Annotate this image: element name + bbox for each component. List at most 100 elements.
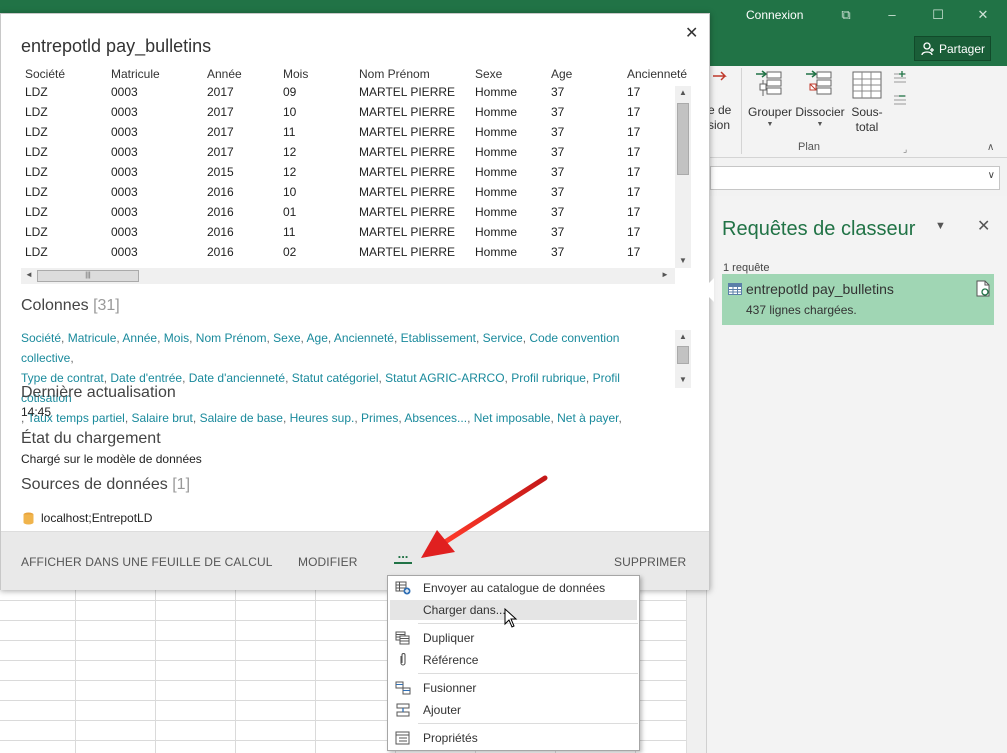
table-cell: 0003 — [111, 105, 138, 119]
table-cell: LDZ — [25, 225, 48, 239]
columns-vertical-scrollbar[interactable]: ▲ ▼ — [675, 330, 691, 388]
data-preview[interactable]: Société Matricule Année Mois Nom Prénom … — [21, 66, 691, 286]
columns-line: , Taux temps partiel, Salaire brut, Sala… — [21, 408, 673, 428]
group-button[interactable]: Grouper ▼ — [748, 70, 792, 130]
chevron-down-icon[interactable]: ∨ — [988, 170, 995, 181]
column-link[interactable]: Service — [483, 331, 523, 345]
minimize-icon[interactable]: – — [882, 5, 902, 25]
delete-button[interactable]: SUPPRIMER — [614, 555, 686, 569]
columns-list[interactable]: Société, Matricule, Année, Mois, Nom Pré… — [21, 328, 691, 425]
table-cell: Homme — [475, 165, 518, 179]
column-link[interactable]: Date d'ancienneté — [189, 371, 285, 385]
scroll-left-icon[interactable]: ◄ — [25, 270, 33, 279]
scroll-right-icon[interactable]: ► — [661, 270, 669, 279]
sign-in-link[interactable]: Connexion — [746, 8, 803, 22]
column-link[interactable]: Age — [307, 331, 328, 345]
scroll-down-icon[interactable]: ▼ — [679, 375, 687, 384]
table-cell: Homme — [475, 105, 518, 119]
table-cell: 2016 — [207, 245, 234, 259]
person-add-icon — [921, 42, 934, 56]
scroll-up-icon[interactable]: ▲ — [679, 88, 687, 97]
table-cell: MARTEL PIERRE — [359, 105, 456, 119]
column-link[interactable]: Etablissement — [401, 331, 476, 345]
table-cell: 37 — [551, 185, 565, 199]
properties-icon — [395, 731, 410, 745]
table-cell: 37 — [551, 125, 565, 139]
ribbon-partial-button[interactable]: e de sion — [708, 70, 738, 133]
ungroup-button[interactable]: Dissocier ▼ — [794, 70, 846, 130]
collapse-ribbon-icon[interactable]: ∧ — [987, 142, 994, 153]
share-button[interactable]: Partager — [914, 36, 991, 61]
column-link[interactable]: Date d'entrée — [110, 371, 182, 385]
popup-close-icon[interactable]: ✕ — [685, 23, 698, 43]
column-link[interactable]: Net à payer — [557, 411, 618, 425]
query-count: 1 requête — [723, 262, 770, 274]
column-link[interactable]: Net imposable — [474, 411, 551, 425]
worksheet-vertical-scrollbar[interactable] — [686, 590, 706, 753]
ribbon-group-label-plan: Plan — [798, 141, 821, 153]
scroll-thumb[interactable] — [677, 346, 689, 364]
menu-item-send-to-catalog[interactable]: Envoyer au catalogue de données — [390, 578, 637, 598]
column-link[interactable]: Matricule — [68, 331, 117, 345]
ribbon-display-options-icon[interactable]: ⧉ — [836, 5, 856, 25]
scroll-down-icon[interactable]: ▼ — [679, 256, 687, 265]
separator: , — [354, 411, 361, 425]
more-options-button[interactable]: ... — [394, 547, 412, 564]
separator: , — [285, 371, 292, 385]
pane-options-chevron-icon[interactable]: ▼ — [935, 220, 946, 232]
column-link[interactable]: Salaire brut — [132, 411, 193, 425]
scroll-up-icon[interactable]: ▲ — [679, 332, 687, 341]
column-header: Mois — [283, 67, 309, 81]
preview-vertical-scrollbar[interactable]: ▲ ▼ — [675, 86, 691, 268]
column-link[interactable]: Ancienneté — [334, 331, 394, 345]
preview-horizontal-scrollbar[interactable]: ◄ ||| ► — [21, 268, 675, 284]
formula-bar[interactable]: ∨ — [710, 166, 1000, 190]
column-link[interactable]: Société — [21, 331, 61, 345]
table-cell: 12 — [283, 165, 297, 179]
column-link[interactable]: Salaire de base — [200, 411, 283, 425]
column-link[interactable]: Absences... — [404, 411, 467, 425]
table-cell: 11 — [283, 125, 296, 139]
table-cell: Homme — [475, 85, 518, 99]
column-link[interactable]: Statut AGRIC-ARRCO — [385, 371, 504, 385]
column-link[interactable]: Sexe — [273, 331, 300, 345]
menu-item-append[interactable]: Ajouter — [390, 700, 637, 720]
query-status: 437 lignes chargées. — [746, 303, 857, 317]
columns-text: Société, Matricule, Année, Mois, Nom Pré… — [21, 328, 673, 428]
separator: , — [467, 411, 474, 425]
column-link[interactable]: Année — [122, 331, 157, 345]
column-link[interactable]: Mois — [164, 331, 189, 345]
partial-label-2: sion — [708, 118, 731, 132]
table-cell: LDZ — [25, 245, 48, 259]
modify-button[interactable]: MODIFIER — [298, 555, 357, 569]
table-cell: 10 — [283, 185, 297, 199]
query-card[interactable]: entrepotld pay_bulletins 437 lignes char… — [722, 274, 994, 325]
menu-item-properties[interactable]: Propriétés — [390, 728, 637, 748]
column-link[interactable]: Type de contrat — [21, 371, 104, 385]
column-link[interactable]: Primes — [361, 411, 398, 425]
window-close-icon[interactable]: ✕ — [973, 5, 993, 25]
hide-detail-button[interactable] — [892, 92, 908, 111]
document-refresh-icon[interactable] — [976, 280, 990, 297]
menu-item-reference[interactable]: Référence — [390, 650, 637, 670]
menu-item-duplicate[interactable]: Dupliquer — [390, 628, 637, 648]
show-detail-button[interactable] — [892, 70, 908, 89]
column-link[interactable]: Nom Prénom — [196, 331, 267, 345]
separator: , — [192, 411, 200, 425]
separator: , — [393, 331, 401, 345]
table-cell: 2017 — [207, 105, 234, 119]
column-link[interactable]: Profil rubrique — [511, 371, 586, 385]
dialog-launcher-icon[interactable]: ⌟ — [903, 144, 907, 155]
ribbon-divider — [741, 68, 742, 154]
show-in-sheet-button[interactable]: AFFICHER DANS UNE FEUILLE DE CALCUL — [21, 555, 273, 569]
scroll-thumb[interactable]: ||| — [37, 270, 139, 282]
subtotal-button[interactable]: Sous- total — [848, 70, 886, 135]
column-link[interactable]: Heures sup. — [290, 411, 355, 425]
table-cell: 0003 — [111, 85, 138, 99]
menu-item-merge[interactable]: Fusionner — [390, 678, 637, 698]
maximize-icon[interactable]: ☐ — [928, 5, 948, 25]
scroll-thumb[interactable] — [677, 103, 689, 175]
load-state-value: Chargé sur le modèle de données — [21, 452, 202, 466]
pane-close-icon[interactable]: ✕ — [977, 216, 990, 236]
column-link[interactable]: Statut catégoriel — [292, 371, 379, 385]
